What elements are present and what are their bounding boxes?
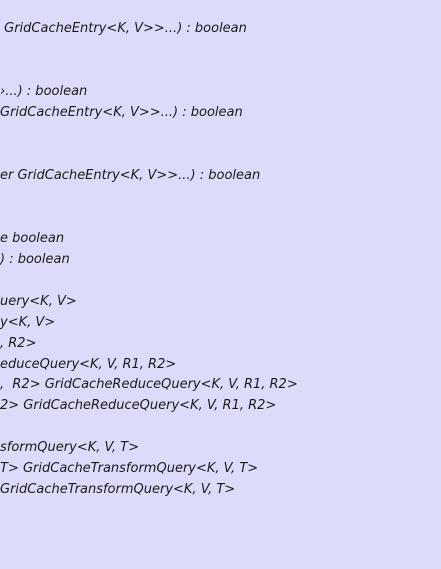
method-line: uery<K, V> bbox=[0, 294, 77, 309]
uml-methods-panel: GridCacheEntry<K, V>>...) : boolean ›...… bbox=[0, 0, 441, 569]
method-line: sformQuery<K, V, T> bbox=[0, 440, 140, 455]
method-line: T> GridCacheTransformQuery<K, V, T> bbox=[0, 461, 259, 476]
method-line: y<K, V> bbox=[0, 315, 56, 330]
method-line: GridCacheEntry<K, V>>...) : boolean bbox=[0, 21, 247, 36]
method-line: ) : boolean bbox=[0, 252, 70, 267]
method-line: e boolean bbox=[0, 231, 65, 246]
method-line: GridCacheEntry<K, V>>...) : boolean bbox=[0, 105, 243, 120]
method-line: ›...) : boolean bbox=[0, 84, 88, 99]
method-line: educeQuery<K, V, R1, R2> bbox=[0, 357, 177, 372]
method-line: er GridCacheEntry<K, V>>...) : boolean bbox=[0, 168, 261, 183]
method-line: , R2> GridCacheReduceQuery<K, V, R1, R2> bbox=[0, 377, 298, 392]
method-line: 2> GridCacheReduceQuery<K, V, R1, R2> bbox=[0, 398, 277, 413]
method-line: GridCacheTransformQuery<K, V, T> bbox=[0, 482, 236, 497]
method-line: , R2> bbox=[0, 336, 37, 351]
